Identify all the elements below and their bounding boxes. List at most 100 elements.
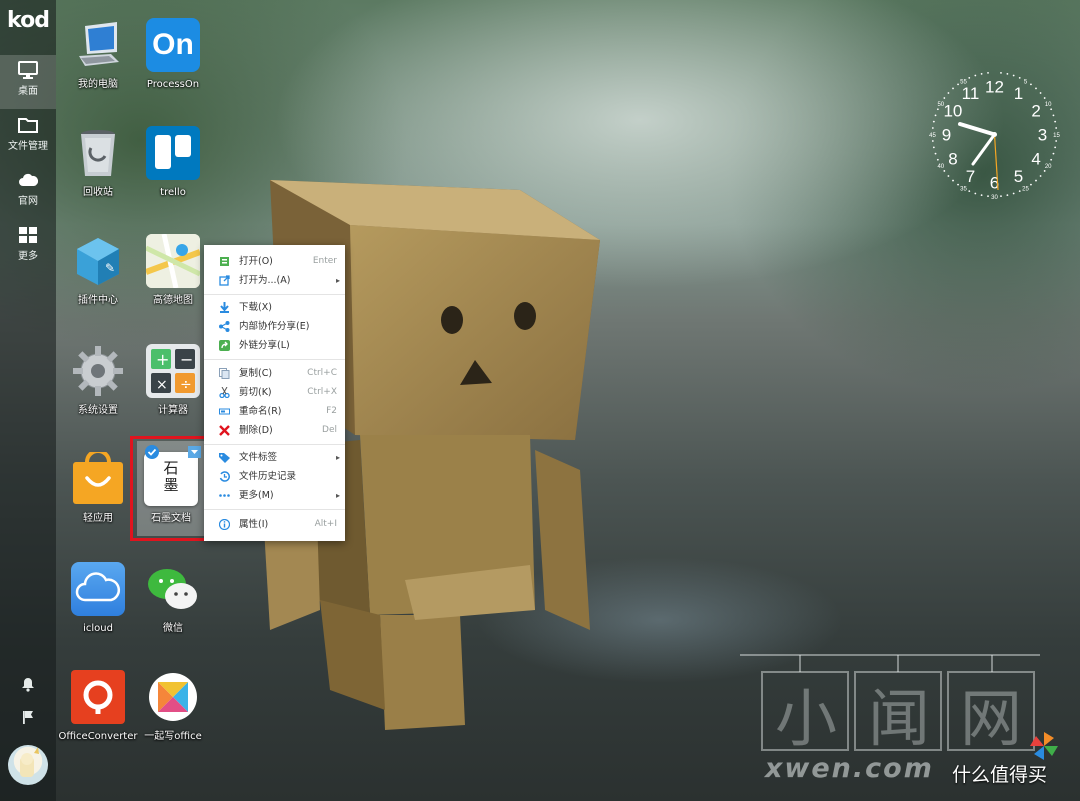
menu-item-internal-share[interactable]: 内部协作分享(E)	[204, 317, 345, 336]
clock-tick	[1054, 120, 1057, 123]
menu-item-open[interactable]: 打开(O) Enter	[204, 252, 345, 271]
clock-tick	[952, 179, 954, 182]
menu-item-properties[interactable]: 属性(I) Alt+I	[204, 515, 345, 534]
folder-icon	[18, 118, 38, 133]
sidebar: kod 桌面 文件管理 官网 更多	[0, 0, 56, 801]
clock-tick	[936, 158, 939, 161]
menu-item-label: 外链分享(L)	[239, 340, 290, 351]
svg-text:✎: ✎	[105, 261, 115, 275]
menu-item-label: 更多(M)	[239, 490, 274, 501]
clock-minute-number: 20	[1045, 164, 1052, 170]
watermark-char: 小	[775, 682, 838, 755]
clock-tick	[1050, 158, 1053, 161]
desktop-icon-yiqixie-office[interactable]: 一起写office	[127, 670, 219, 743]
sidebar-item-file-manager[interactable]: 文件管理	[0, 110, 56, 164]
delete-icon	[219, 425, 230, 436]
desktop-icon-trello[interactable]: trello	[127, 126, 219, 199]
sidebar-item-official-site[interactable]: 官网	[0, 165, 56, 219]
sidebar-item-label: 文件管理	[8, 141, 48, 152]
clock-minute-number: 50	[937, 102, 944, 108]
kod-logo: kod	[7, 8, 50, 33]
external-share-icon	[219, 340, 230, 351]
menu-item-shortcut: Del	[322, 425, 337, 435]
clock-minute-number: 35	[960, 187, 967, 193]
clock-tick	[1035, 87, 1037, 90]
desktop-icon-wechat[interactable]: 微信	[127, 562, 219, 635]
menu-item-external-share[interactable]: 外链分享(L)	[204, 336, 345, 355]
clock-tick	[1018, 190, 1021, 193]
clock-hour-number: 1	[1014, 84, 1023, 103]
menu-item-download[interactable]: 下载(X)	[204, 298, 345, 317]
menu-item-cut[interactable]: 剪切(K) Ctrl+X	[204, 383, 345, 402]
clock-tick	[1030, 83, 1032, 86]
clock-center	[992, 132, 997, 137]
menu-item-copy[interactable]: 复制(C) Ctrl+C	[204, 364, 345, 383]
context-menu: 打开(O) Enter 打开为...(A) ▸ 下载(X) 内部协作分享(E) …	[204, 245, 345, 541]
menu-item-label: 重命名(R)	[239, 406, 282, 417]
plugin-center-icon: ✎	[77, 238, 119, 285]
desktop-icon-label: ProcessOn	[146, 79, 200, 90]
clock-tick	[1030, 183, 1032, 186]
tag-icon	[219, 453, 230, 463]
clock-tick	[1055, 127, 1058, 129]
menu-divider	[204, 509, 345, 510]
menu-item-label: 下载(X)	[239, 302, 272, 313]
clock-tick	[1043, 97, 1046, 99]
menu-item-shortcut: Ctrl+C	[307, 368, 337, 378]
rename-icon	[219, 408, 230, 415]
clock-tick	[932, 146, 935, 149]
clock-tick	[1012, 74, 1015, 77]
clock-tick	[1000, 71, 1002, 74]
open-with-icon	[219, 275, 230, 286]
flag-icon[interactable]	[18, 707, 38, 727]
yiqixie-icon	[149, 673, 197, 721]
clock-tick	[1012, 192, 1015, 195]
menu-item-label: 属性(I)	[239, 519, 269, 530]
office-converter-icon	[83, 680, 113, 714]
info-icon	[219, 519, 230, 530]
svg-text:÷: ÷	[180, 377, 192, 393]
clock-hour-number: 2	[1031, 102, 1040, 121]
menu-item-shortcut: F2	[326, 406, 337, 416]
clock-tick	[1050, 108, 1053, 111]
menu-item-label: 内部协作分享(E)	[239, 321, 310, 332]
clock-tick	[957, 83, 959, 86]
icloud-icon	[75, 572, 120, 602]
clock-tick	[1052, 114, 1055, 117]
menu-item-file-history[interactable]: 文件历史记录	[204, 467, 345, 486]
watermark-char: 闻	[868, 682, 931, 755]
menu-item-delete[interactable]: 删除(D) Del	[204, 421, 345, 440]
sidebar-item-desktop[interactable]: 桌面	[0, 55, 56, 109]
clock-tick	[987, 195, 989, 198]
wechat-icon	[148, 569, 197, 609]
menu-item-open-with[interactable]: 打开为...(A) ▸	[204, 271, 345, 290]
submenu-arrow-icon: ▸	[335, 276, 340, 285]
clock-tick	[936, 108, 939, 111]
clock-hour-number: 10	[943, 102, 962, 121]
watermark-url: xwen.com	[765, 753, 934, 784]
menu-item-label: 文件历史记录	[239, 471, 297, 482]
clock-tick	[1039, 92, 1042, 94]
menu-item-rename[interactable]: 重命名(R) F2	[204, 402, 345, 421]
clock-tick	[1039, 175, 1042, 177]
clock-tick	[943, 97, 946, 99]
settings-icon	[73, 346, 123, 396]
clock-hour-number: 8	[948, 150, 957, 169]
bell-icon[interactable]	[18, 674, 38, 694]
clock-minute-number: 5	[1024, 79, 1028, 85]
desktop-icon-processon[interactable]: On ProcessOn	[127, 18, 219, 91]
clock-tick	[1043, 170, 1046, 172]
analog-clock-widget[interactable]: 12 123456789101155 5101520253035404550	[928, 68, 1061, 201]
clock-tick	[934, 114, 937, 117]
clock-tick	[974, 74, 977, 77]
avatar[interactable]	[8, 745, 48, 785]
clock-tick	[1000, 195, 1002, 198]
sidebar-item-more[interactable]: 更多	[0, 220, 56, 274]
clock-minute-number: 10	[1045, 102, 1052, 108]
clock-hour-number: 12	[985, 78, 1004, 97]
menu-item-label: 打开为...(A)	[239, 275, 291, 286]
menu-item-more[interactable]: 更多(M) ▸	[204, 486, 345, 505]
light-app-icon	[73, 449, 123, 504]
clock-tick	[980, 72, 983, 75]
menu-item-file-tags[interactable]: 文件标签 ▸	[204, 448, 345, 467]
